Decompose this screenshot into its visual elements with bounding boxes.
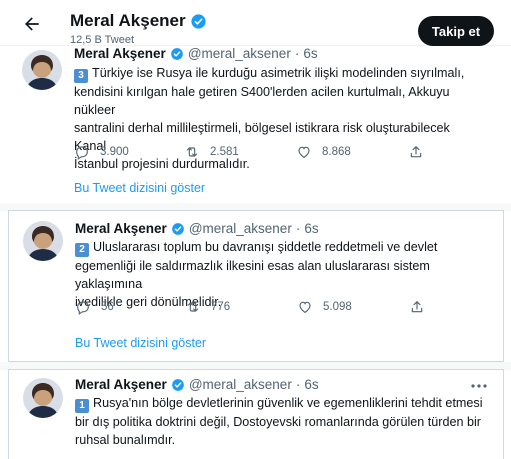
- author-name[interactable]: Meral Akşener: [75, 377, 167, 392]
- author-handle[interactable]: @meral_aksener: [188, 46, 291, 61]
- tweet-3[interactable]: Meral Akşener @meral_aksener · 6s 1 Rusya…: [8, 369, 504, 459]
- like-count: 8.868: [322, 146, 351, 158]
- tweet-text: 1 Rusya'nın bölge devletlerinin güvenlik …: [75, 394, 485, 449]
- back-button[interactable]: [18, 10, 46, 38]
- separator-dot: ·: [294, 46, 300, 61]
- number-badge: 1: [75, 399, 89, 413]
- show-thread-link[interactable]: Bu Tweet dizisini göster: [74, 181, 205, 195]
- tweet-actions: 3.900 2.581 8.868: [74, 143, 454, 161]
- author-name[interactable]: Meral Akşener: [74, 46, 166, 61]
- share-icon: [411, 301, 423, 313]
- tweet-line: bir dış politika doktrini değil, Dostoye…: [75, 415, 482, 429]
- tweet-line: Türkiye ise Rusya ile kurduğu asimetrik …: [92, 66, 465, 80]
- number-badge: 2: [75, 243, 89, 257]
- tweet-time[interactable]: 6s: [303, 46, 317, 61]
- reply-icon: [77, 301, 89, 315]
- more-dots-icon: [471, 384, 487, 388]
- reply-icon: [76, 146, 88, 160]
- retweet-icon: [186, 147, 198, 157]
- arrow-left-icon: [25, 17, 39, 31]
- share-icon: [410, 146, 422, 158]
- verified-badge-icon: [171, 378, 184, 391]
- author-name[interactable]: Meral Akşener: [75, 221, 167, 236]
- profile-name-text: Meral Akşener: [70, 11, 186, 30]
- show-thread-link[interactable]: Bu Tweet dizisini göster: [75, 336, 206, 350]
- reply-count: 3.900: [100, 146, 129, 158]
- retweet-button[interactable]: 776: [185, 298, 297, 316]
- tweet-line: Rusya'nın bölge devletlerinin güvenlik v…: [93, 396, 483, 410]
- avatar[interactable]: [22, 50, 62, 90]
- share-button[interactable]: [408, 143, 424, 161]
- tweet-line: ruhsal bunalımdır.: [75, 433, 176, 447]
- tweet-1[interactable]: Meral Akşener @meral_aksener · 6s 3 Türki…: [8, 38, 504, 210]
- retweet-count: 2.581: [210, 146, 239, 158]
- tweet-count: 12,5 B Tweet: [70, 34, 135, 46]
- tweet-actions: 56 776 5.098: [75, 298, 455, 316]
- verified-badge-icon: [170, 47, 183, 60]
- author-handle[interactable]: @meral_aksener: [189, 377, 292, 392]
- reply-button[interactable]: 3.900: [74, 143, 184, 161]
- verified-badge-icon: [171, 222, 184, 235]
- author-handle[interactable]: @meral_aksener: [189, 221, 292, 236]
- separator-dot: ·: [295, 221, 301, 236]
- like-button[interactable]: 5.098: [297, 298, 409, 316]
- tweet-2[interactable]: Meral Akşener @meral_aksener · 6s 2 Ulusl…: [8, 210, 504, 362]
- avatar[interactable]: [23, 221, 63, 261]
- reply-count: 56: [101, 301, 114, 313]
- tweet-line: kendisini kırılgan hale getiren S400'ler…: [74, 85, 450, 117]
- separator-dot: ·: [295, 377, 301, 392]
- avatar[interactable]: [23, 378, 63, 418]
- heart-icon: [299, 301, 311, 313]
- retweet-count: 776: [211, 301, 231, 313]
- tweet-time[interactable]: 6s: [304, 221, 318, 236]
- retweet-icon: [187, 302, 199, 312]
- more-options-button[interactable]: [469, 378, 489, 394]
- share-button[interactable]: [409, 298, 425, 316]
- profile-name: Meral Akşener: [70, 11, 207, 31]
- follow-button[interactable]: Takip et: [418, 16, 494, 46]
- verified-badge-icon: [191, 13, 206, 29]
- profile-header: Meral Akşener 12,5 B Tweet Takip et: [0, 0, 511, 46]
- heart-icon: [298, 146, 310, 158]
- retweet-button[interactable]: 2.581: [184, 143, 296, 161]
- tweet-line: egemenliği ile saldırmazlık ilkesini esa…: [75, 259, 430, 291]
- like-button[interactable]: 8.868: [296, 143, 408, 161]
- tweet-time[interactable]: 6s: [304, 377, 318, 392]
- like-count: 5.098: [323, 301, 352, 313]
- number-badge: 3: [74, 69, 88, 83]
- reply-button[interactable]: 56: [75, 298, 185, 316]
- tweet-line: Uluslararası toplum bu davranışı şiddetl…: [93, 240, 438, 254]
